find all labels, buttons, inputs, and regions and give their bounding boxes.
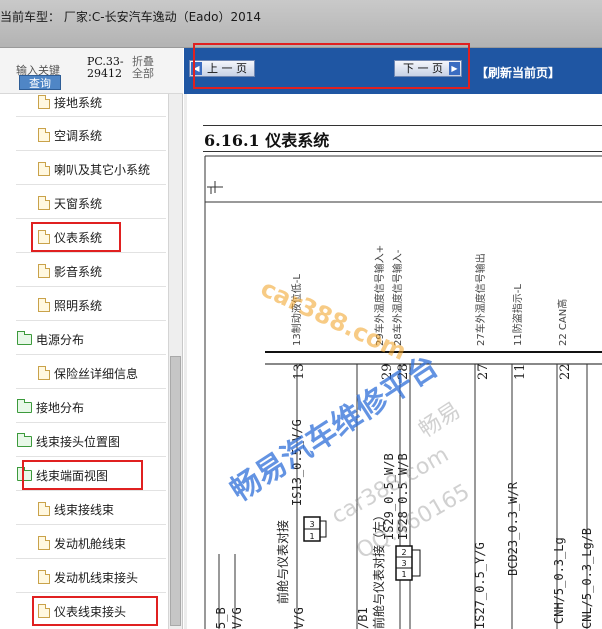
wire-code-left: V/G <box>230 607 244 629</box>
tree-item-label: 发动机舱线束 <box>54 536 127 551</box>
tree-item-audio-system[interactable]: 影音系统 <box>38 259 102 283</box>
file-icon <box>38 366 50 380</box>
collapse-all-button[interactable]: 折叠 全部 <box>132 56 162 80</box>
file-icon <box>38 128 50 142</box>
folder-icon <box>17 432 32 447</box>
file-icon <box>38 570 50 584</box>
tree-view: 接地系统 空调系统 喇叭及其它小系统 天窗系统 仪表系统 影音系统 照明系统 电… <box>0 94 168 629</box>
tree-item-engine-harness-connectors[interactable]: 发动机线束接头 <box>38 565 138 589</box>
pin-number: 27 <box>476 363 491 380</box>
tree-item-engine-bay-harness[interactable]: 发动机舱线束 <box>38 531 126 555</box>
tree-item-label: 喇叭及其它小系统 <box>54 162 151 177</box>
tree-item-ac-system[interactable]: 空调系统 <box>38 123 102 147</box>
connector-1-pin: 3 <box>309 520 314 529</box>
left-panel: 输入关键 查询 PC.33- 29412 折叠 全部 接地系统 空调系统 喇叭及… <box>0 48 183 629</box>
scrollbar-thumb[interactable] <box>170 356 181 626</box>
wire-code-left: V/G <box>292 607 306 629</box>
tree-scrollbar[interactable] <box>168 94 182 629</box>
connector-label: 前舱与仪表对接 <box>275 520 290 604</box>
highlight-instrument-harness-connectors <box>32 596 158 626</box>
wire-code-left: 5_B <box>214 607 228 629</box>
collapse-line-2: 全部 <box>132 67 154 80</box>
tree-item-label: 保险丝详细信息 <box>54 366 139 381</box>
tree-item-label: 接地系统 <box>54 95 103 110</box>
tree-item-harness-to-harness[interactable]: 线束接线束 <box>38 497 114 521</box>
tree-item-sunroof-system[interactable]: 天窗系统 <box>38 191 102 215</box>
tree-item-lighting-system[interactable]: 照明系统 <box>38 293 102 317</box>
document-panel: ◀ 上 一 页 下 一 页 ▶ 【刷新当前页】 6.16.1 仪表系统 3 1 … <box>184 43 602 629</box>
highlight-instrument-system <box>31 222 121 252</box>
pc-code-line-2: 29412 <box>87 67 122 80</box>
tree-item-label: 影音系统 <box>54 264 103 279</box>
tree-item-ground-distribution[interactable]: 接地分布 <box>17 395 84 419</box>
connector-1-pin: 1 <box>309 532 314 541</box>
pin-number: 13 <box>292 363 307 380</box>
wire-code: CNL/5_0.3_Lg/B <box>580 528 594 629</box>
wire-code: CNH/5_0.3_Lg <box>552 537 566 624</box>
tree-item-label: 空调系统 <box>54 128 103 143</box>
pin-label: 22 CAN高 <box>556 299 569 346</box>
folder-icon <box>17 398 32 413</box>
file-icon <box>38 502 50 516</box>
refresh-page-link[interactable]: 【刷新当前页】 <box>476 64 560 81</box>
tree-item-power-distribution[interactable]: 电源分布 <box>17 327 84 351</box>
highlight-harness-end-views <box>22 460 143 490</box>
tree-item-fuse-details[interactable]: 保险丝详细信息 <box>38 361 138 385</box>
file-icon <box>38 298 50 312</box>
tree-item-connector-locations[interactable]: 线束接头位置图 <box>17 429 120 453</box>
file-icon <box>38 95 50 109</box>
connector-2-pin: 3 <box>401 559 406 568</box>
wiring-diagram: 3 1 2 3 1 13 29 28 27 11 22 13制动液位低-L 29… <box>204 155 602 629</box>
watermark-text: 畅易 <box>415 398 466 443</box>
page-area: 6.16.1 仪表系统 3 1 2 3 1 13 29 28 27 11 22 … <box>184 94 602 629</box>
pc-code: PC.33- 29412 <box>87 56 129 80</box>
document-page: 6.16.1 仪表系统 3 1 2 3 1 13 29 28 27 11 22 … <box>187 94 602 629</box>
wire-code: IS27_0.5_Y/G <box>473 542 487 629</box>
tree-item-horn-system[interactable]: 喇叭及其它小系统 <box>38 157 150 181</box>
title-bar: 当前车型： 厂家:C-长安汽车逸动（Eado）2014 <box>0 0 602 48</box>
highlight-nav-buttons <box>193 43 470 89</box>
pin-label: 27车外温度信号输出 <box>474 253 487 346</box>
window-title: 当前车型： 厂家:C-长安汽车逸动（Eado）2014 <box>0 10 262 24</box>
tree-item-label: 发动机线束接头 <box>54 570 139 585</box>
wire-code-left: /B1 <box>356 607 370 629</box>
pin-label: 11防盗指示-L <box>511 284 524 346</box>
file-icon <box>38 264 50 278</box>
tree-item-label: 线束接头位置图 <box>36 434 121 449</box>
file-icon <box>38 196 50 210</box>
pin-number: 11 <box>513 363 528 380</box>
connector-2-pin: 1 <box>401 570 406 579</box>
connector-2-pin: 2 <box>401 548 406 557</box>
search-bar: 输入关键 查询 PC.33- 29412 折叠 全部 <box>0 48 183 94</box>
file-icon <box>38 162 50 176</box>
file-icon <box>38 536 50 550</box>
tree-item-label: 电源分布 <box>36 332 85 347</box>
tree-item-grounding-system[interactable]: 接地系统 <box>38 94 102 114</box>
pin-number: 22 <box>558 363 573 380</box>
tree-item-label: 线束接线束 <box>54 502 115 517</box>
search-button[interactable]: 查询 <box>19 75 61 90</box>
tree-item-label: 天窗系统 <box>54 196 103 211</box>
page-nav-bar: ◀ 上 一 页 下 一 页 ▶ 【刷新当前页】 <box>184 43 602 94</box>
tree-item-label: 接地分布 <box>36 400 85 415</box>
folder-icon <box>17 330 32 345</box>
wire-code: BCD23_0.3_W/R <box>506 481 520 576</box>
tree-item-label: 照明系统 <box>54 298 103 313</box>
